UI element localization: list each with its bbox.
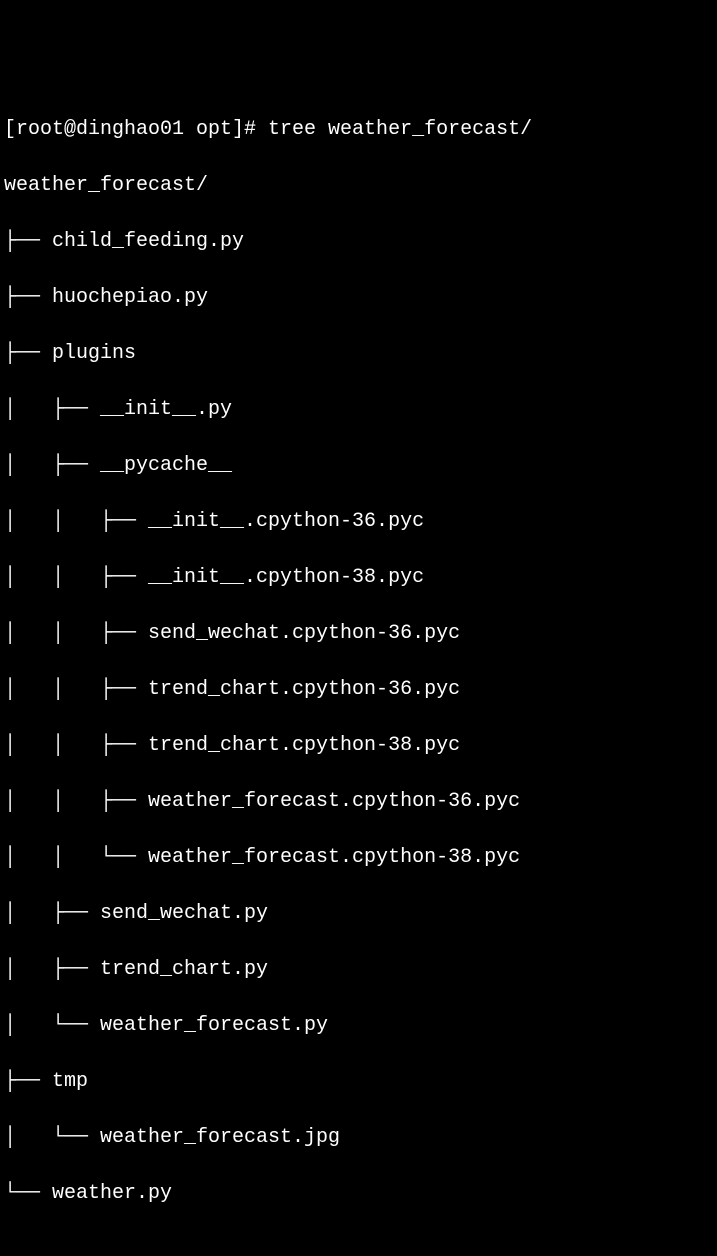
tree-line: │ │ ├── send_wechat.cpython-36.pyc (4, 620, 717, 648)
tree-line: └── weather.py (4, 1180, 717, 1208)
tree-line: │ │ └── weather_forecast.cpython-38.pyc (4, 844, 717, 872)
terminal-prompt-line-1: [root@dinghao01 opt]# tree weather_forec… (4, 116, 717, 144)
tree-line: ├── huochepiao.py (4, 284, 717, 312)
tree-line: │ │ ├── __init__.cpython-36.pyc (4, 508, 717, 536)
tree-line: │ ├── send_wechat.py (4, 900, 717, 928)
tree-root: weather_forecast/ (4, 172, 717, 200)
tree-line: │ │ ├── trend_chart.cpython-38.pyc (4, 732, 717, 760)
tree-blank-line (4, 1236, 717, 1256)
tree-line: │ │ ├── weather_forecast.cpython-36.pyc (4, 788, 717, 816)
tree-line: │ └── weather_forecast.py (4, 1012, 717, 1040)
tree-line: │ ├── __pycache__ (4, 452, 717, 480)
tree-line: ├── plugins (4, 340, 717, 368)
tree-line: │ │ ├── __init__.cpython-38.pyc (4, 564, 717, 592)
tree-line: │ ├── trend_chart.py (4, 956, 717, 984)
tree-line: ├── child_feeding.py (4, 228, 717, 256)
tree-line: ├── tmp (4, 1068, 717, 1096)
tree-line: │ ├── __init__.py (4, 396, 717, 424)
tree-line: │ │ ├── trend_chart.cpython-36.pyc (4, 676, 717, 704)
tree-line: │ └── weather_forecast.jpg (4, 1124, 717, 1152)
